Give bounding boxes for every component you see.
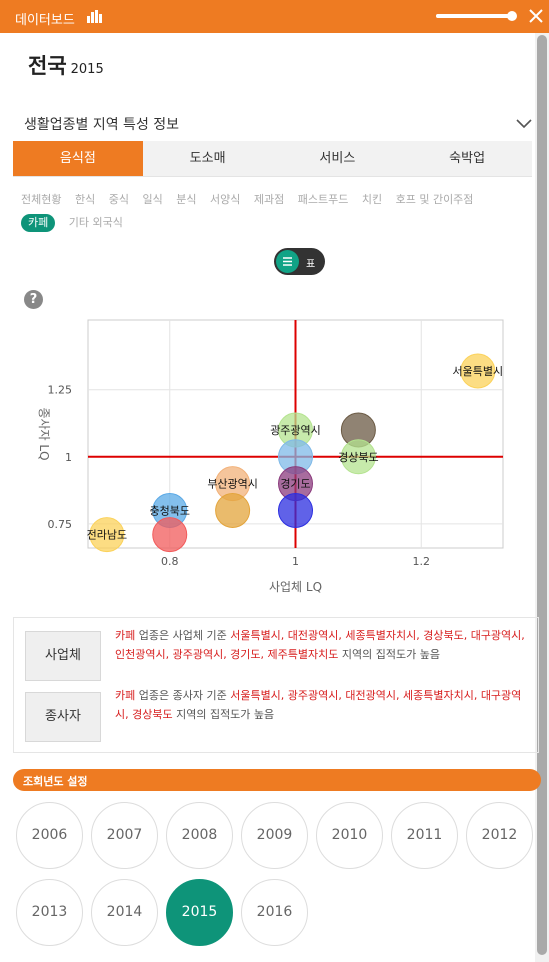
zoom-slider-fill	[436, 14, 512, 18]
year-button-2016[interactable]: 2016	[241, 879, 308, 946]
year-settings-title: 조회년도 설정	[23, 775, 88, 788]
tab-restaurant[interactable]: 음식점	[13, 141, 143, 176]
tab-service[interactable]: 서비스	[273, 141, 403, 176]
subcategory-bakery[interactable]: 제과점	[254, 188, 284, 211]
x-axis-label: 사업체 LQ	[269, 580, 322, 594]
year-settings-header: 조회년도 설정	[13, 769, 541, 791]
data-point-label: 경상북도	[338, 451, 378, 464]
employee-category: 카페	[115, 689, 136, 702]
subcategory-pub[interactable]: 호프 및 간이주점	[396, 188, 474, 211]
subcategory-japanese[interactable]: 일식	[142, 188, 162, 211]
view-toggle[interactable]: 표	[274, 248, 325, 275]
table-view-label[interactable]: 표	[306, 255, 315, 270]
year-button-2008[interactable]: 2008	[166, 802, 233, 869]
data-point[interactable]	[278, 492, 313, 528]
category-tabs: 음식점 도소매 서비스 숙박업	[13, 141, 532, 177]
subcategory-western[interactable]: 서양식	[210, 188, 240, 211]
zoom-slider-knob[interactable]	[507, 11, 517, 21]
data-point-label: 경기도	[280, 478, 310, 491]
bar-chart-icon	[87, 10, 102, 23]
business-button[interactable]: 사업체	[25, 631, 101, 681]
business-prefix: 업종은 사업체 기준	[135, 629, 231, 642]
year-button-2012[interactable]: 2012	[466, 802, 533, 869]
year-button-2009[interactable]: 2009	[241, 802, 308, 869]
year-button-2007[interactable]: 2007	[91, 802, 158, 869]
data-point-label: 전라남도	[87, 529, 127, 542]
year-button-2011[interactable]: 2011	[391, 802, 458, 869]
data-point-label: 부산광역시	[207, 478, 258, 491]
subcategory-korean[interactable]: 한식	[75, 188, 95, 211]
employee-prefix: 업종은 종사자 기준	[135, 689, 231, 702]
help-icon[interactable]: ?	[24, 290, 43, 309]
data-point-label: 서울특별시	[453, 365, 504, 378]
year-button-2014[interactable]: 2014	[91, 879, 158, 946]
subcategory-list: 전체현황 한식 중식 일식 분식 서양식 제과점 패스트푸드 치킨 호프 및 간…	[21, 188, 521, 234]
tab-lodging[interactable]: 숙박업	[402, 141, 532, 176]
zoom-slider[interactable]	[436, 11, 517, 21]
business-description: 카페 업종은 사업체 기준 서울특별시, 대전광역시, 세종특별자치시, 경상북…	[115, 626, 530, 664]
top-bar: 데이터보드	[0, 0, 549, 33]
lq-scatter-chart: 0.8 1 1.2 0.75 1 1.25 서울특별시광주광역시경상북도부산광역시 경기도충청…	[37, 319, 504, 594]
data-point[interactable]	[152, 517, 188, 553]
scrollbar-thumb[interactable]	[537, 35, 547, 955]
region-year: 2015	[70, 62, 104, 77]
employee-button[interactable]: 종사자	[25, 692, 101, 742]
year-button-2015[interactable]: 2015	[166, 879, 233, 946]
year-button-2006[interactable]: 2006	[16, 802, 83, 869]
subcategory-foreign[interactable]: 기타 외국식	[69, 211, 123, 234]
info-box: 사업체 카페 업종은 사업체 기준 서울특별시, 대전광역시, 세종특별자치시,…	[13, 617, 539, 753]
subcategory-all[interactable]: 전체현황	[21, 188, 61, 211]
region-name: 전국	[28, 54, 67, 78]
y-tick-label: 0.75	[48, 518, 73, 531]
year-button-2013[interactable]: 2013	[16, 879, 83, 946]
subcategory-cafe[interactable]: 카페	[21, 214, 56, 232]
y-tick-label: 1.25	[48, 384, 73, 397]
data-point[interactable]	[215, 492, 251, 528]
x-tick-label: 0.8	[161, 555, 179, 568]
close-icon[interactable]	[527, 7, 545, 25]
subcategory-chinese[interactable]: 중식	[109, 188, 129, 211]
employee-description: 카페 업종은 종사자 기준 서울특별시, 광주광역시, 대전광역시, 세종특별자…	[115, 686, 530, 724]
year-button-2010[interactable]: 2010	[316, 802, 383, 869]
data-point-label: 충청북도	[150, 504, 190, 517]
subcategory-fastfood[interactable]: 패스트푸드	[298, 188, 349, 211]
y-axis-label: 종사자 LQ	[37, 407, 51, 460]
subcategory-snack[interactable]: 분식	[176, 188, 196, 211]
data-point-label: 광주광역시	[270, 424, 321, 437]
x-tick-label: 1	[292, 555, 299, 568]
y-tick-label: 1	[65, 451, 72, 464]
employee-suffix: 지역의 집적도가 높음	[172, 708, 275, 721]
chevron-down-icon[interactable]	[516, 117, 532, 129]
section-title: 생활업종별 지역 특성 정보	[24, 117, 180, 133]
app-title: 데이터보드	[15, 13, 75, 28]
tab-retail[interactable]: 도소매	[143, 141, 273, 176]
business-category: 카페	[115, 629, 136, 642]
region-title: 전국 2015	[28, 50, 104, 80]
subcategory-chicken[interactable]: 치킨	[362, 188, 382, 211]
list-icon	[283, 257, 292, 266]
scrollbar[interactable]	[535, 33, 549, 962]
x-tick-label: 1.2	[413, 555, 431, 568]
business-suffix: 지역의 집적도가 높음	[338, 648, 440, 661]
chart-view-button[interactable]	[276, 250, 299, 273]
